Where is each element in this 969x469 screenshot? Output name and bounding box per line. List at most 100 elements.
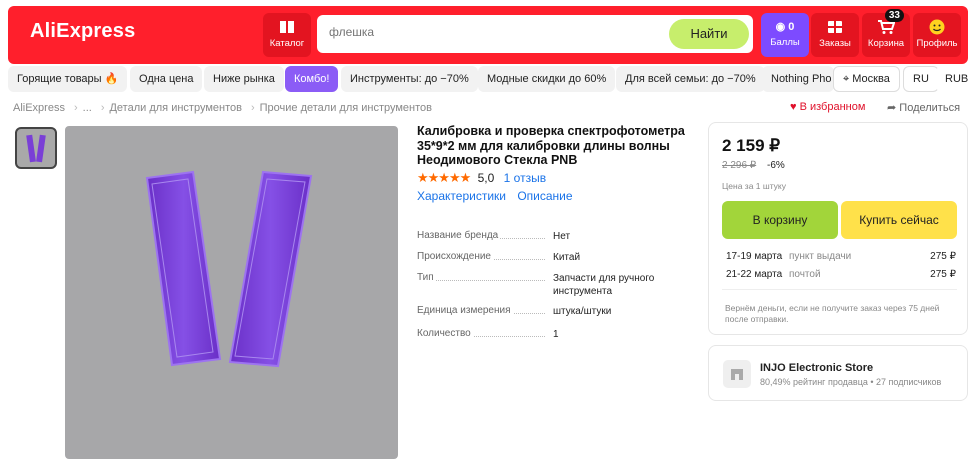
chevron-right-icon: › bbox=[73, 102, 78, 114]
chip-nothing-phone[interactable]: Nothing Pho bbox=[762, 66, 834, 92]
profile-button[interactable]: Профиль bbox=[913, 13, 961, 57]
chevron-right-icon: › bbox=[100, 102, 105, 114]
cart-button[interactable]: 33 Корзина bbox=[862, 9, 910, 57]
product-tabs: Характеристики Описание bbox=[417, 189, 581, 203]
add-to-cart-button[interactable]: В корзину bbox=[722, 201, 838, 239]
tab-description[interactable]: Описание bbox=[517, 189, 572, 203]
chip-tools[interactable]: Инструменты: до −70% bbox=[341, 66, 478, 92]
store-icon bbox=[723, 360, 751, 388]
cart-label: Корзина bbox=[867, 38, 905, 49]
discount-badge: -6% bbox=[767, 160, 785, 171]
product-main-image[interactable] bbox=[65, 126, 398, 459]
buy-now-button[interactable]: Купить сейчас bbox=[841, 201, 957, 239]
search-box: Найти bbox=[317, 15, 753, 53]
breadcrumb-tool-parts[interactable]: Детали для инструментов bbox=[109, 102, 241, 114]
city-label: Москва bbox=[852, 73, 890, 85]
bonus-label: Баллы bbox=[770, 37, 800, 48]
city-selector[interactable]: ⌖ Москва bbox=[833, 66, 900, 92]
buy-box: 2 159 ₽ 2 296 ₽ -6% Цена за 1 штуку В ко… bbox=[708, 122, 968, 335]
chip-below-market[interactable]: Ниже рынка bbox=[204, 66, 284, 92]
product-title: Калибровка и проверка спектрофотометра 3… bbox=[417, 124, 685, 167]
spec-key: Количество bbox=[417, 328, 473, 339]
orders-button[interactable]: Заказы bbox=[811, 13, 859, 57]
currency-selector[interactable]: RUB bbox=[936, 66, 968, 92]
store-rating: 80,49% рейтинг продавца bbox=[760, 377, 868, 387]
gallery-thumbnail[interactable] bbox=[15, 127, 57, 169]
delivery-method: пункт выдачи bbox=[788, 251, 852, 262]
breadcrumb-other-parts[interactable]: Прочие детали для инструментов bbox=[260, 102, 432, 114]
spec-row: Происхождение Китай bbox=[417, 251, 687, 272]
delivery-dates: 17-19 марта bbox=[726, 251, 783, 262]
aliexpress-logo[interactable]: AliExpress bbox=[30, 20, 135, 43]
coin-icon: ◉ bbox=[775, 21, 786, 33]
smiley-icon bbox=[929, 19, 945, 35]
refund-note: Вернём деньги, если не получите заказ че… bbox=[725, 303, 940, 324]
glass-filters-image bbox=[145, 170, 313, 368]
spec-value: Запчасти для ручного инструмента bbox=[553, 273, 655, 297]
search-input[interactable] bbox=[329, 25, 649, 39]
reviews-link[interactable]: 1 отзыв bbox=[504, 171, 546, 185]
rating-value: 5,0 bbox=[477, 171, 495, 185]
spec-key: Единица измерения bbox=[417, 305, 513, 316]
chip-hot-deals[interactable]: Горящие товары 🔥 bbox=[8, 66, 128, 92]
spec-value: 1 bbox=[553, 329, 559, 340]
search-button[interactable]: Найти bbox=[669, 19, 749, 49]
spec-row: Единица измерения штука/штуки bbox=[417, 305, 687, 326]
current-price: 2 159 ₽ bbox=[722, 136, 781, 155]
orders-label: Заказы bbox=[819, 38, 851, 49]
store-meta: 80,49% рейтинг продавца • 27 подписчиков bbox=[760, 377, 942, 387]
share-label: Поделиться bbox=[899, 102, 961, 114]
chevron-right-icon: › bbox=[250, 102, 255, 114]
spec-row: Количество 1 bbox=[417, 328, 687, 349]
cart-badge: 33 bbox=[884, 9, 904, 22]
spec-value: Китай bbox=[553, 252, 581, 263]
favorite-button[interactable]: ♥ В избранном bbox=[790, 101, 865, 113]
breadcrumb-home[interactable]: AliExpress bbox=[13, 102, 65, 114]
catalog-button[interactable]: Каталог bbox=[263, 13, 311, 57]
spec-key: Название бренда bbox=[417, 230, 501, 241]
delivery-option[interactable]: 21-22 марта почтой 275 ₽ bbox=[726, 269, 956, 280]
tab-characteristics[interactable]: Характеристики bbox=[417, 189, 506, 203]
old-price: 2 296 ₽ bbox=[722, 160, 757, 171]
top-header: AliExpress Каталог Найти ◉ 0 Баллы Заказ… bbox=[8, 6, 968, 64]
spec-table: Название бренда Нет Происхождение Китай … bbox=[417, 230, 687, 349]
delivery-price: 275 ₽ bbox=[930, 269, 956, 280]
delivery-price: 275 ₽ bbox=[930, 251, 956, 262]
delivery-option[interactable]: 17-19 марта пункт выдачи 275 ₽ bbox=[726, 251, 956, 262]
spec-value: Нет bbox=[553, 231, 571, 242]
spec-row: Название бренда Нет bbox=[417, 230, 687, 251]
chip-fashion[interactable]: Модные скидки до 60% bbox=[478, 66, 616, 92]
bonus-button[interactable]: ◉ 0 Баллы bbox=[761, 13, 809, 57]
box-icon bbox=[828, 21, 842, 33]
product-rating: ★★★★★ 5,0 1 отзыв bbox=[417, 170, 546, 186]
language-selector[interactable]: RU bbox=[903, 66, 939, 92]
share-arrow-icon: ➦ bbox=[887, 102, 897, 114]
spec-key: Происхождение bbox=[417, 251, 493, 262]
book-icon bbox=[280, 21, 294, 33]
heart-icon: ♥ bbox=[790, 101, 797, 113]
unit-price-note: Цена за 1 штуку bbox=[722, 181, 786, 191]
store-subscribers: 27 подписчиков bbox=[876, 377, 942, 387]
location-icon: ⌖ bbox=[843, 73, 850, 85]
breadcrumb: AliExpress ›... › Детали для инструментов › П… bbox=[13, 102, 436, 114]
profile-label: Профиль bbox=[916, 38, 958, 49]
star-rating-icon: ★★★★★ bbox=[417, 170, 471, 185]
promo-chips: Горящие товары 🔥 Одна цена Ниже рынка Ко… bbox=[8, 66, 968, 92]
spec-key: Тип bbox=[417, 272, 436, 283]
delivery-method: почтой bbox=[788, 269, 821, 280]
thumbnail-image bbox=[26, 134, 46, 163]
divider bbox=[722, 289, 957, 290]
store-name: INJO Electronic Store bbox=[760, 362, 874, 374]
share-button[interactable]: ➦ Поделиться bbox=[887, 101, 960, 114]
favorite-label: В избранном bbox=[799, 101, 866, 113]
catalog-label: Каталог bbox=[269, 38, 305, 49]
bonus-count: 0 bbox=[788, 21, 795, 33]
chip-one-price[interactable]: Одна цена bbox=[130, 66, 203, 92]
spec-row: Тип Запчасти для ручного инструмента bbox=[417, 272, 687, 301]
spec-value: штука/штуки bbox=[553, 306, 612, 317]
breadcrumb-ellipsis[interactable]: ... bbox=[83, 102, 92, 114]
chip-family[interactable]: Для всей семьи: до −70% bbox=[616, 66, 765, 92]
chip-combo[interactable]: Комбо! bbox=[285, 66, 339, 92]
store-card[interactable]: INJO Electronic Store 80,49% рейтинг про… bbox=[708, 345, 968, 401]
delivery-dates: 21-22 марта bbox=[726, 269, 783, 280]
